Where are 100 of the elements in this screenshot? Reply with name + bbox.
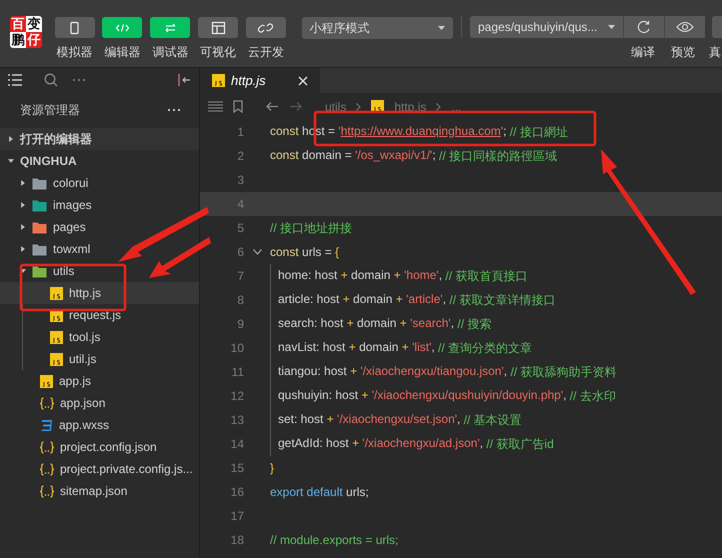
panel-title: 资源管理器	[20, 102, 80, 118]
file-tree-item[interactable]: images	[0, 194, 199, 216]
eye-icon	[676, 21, 694, 33]
action-label: 预览	[670, 44, 696, 61]
link-mode-button[interactable]	[246, 17, 286, 38]
file-tree-item[interactable]: utils	[0, 260, 199, 282]
file-tree-item[interactable]: app.wxss	[0, 414, 199, 436]
chevron-right-icon	[436, 102, 442, 110]
caret-icon	[438, 26, 445, 30]
code-line: qushuiyin: host + '/xiaochengxu/qushuiyin/douyin.php', // 去水印	[278, 388, 616, 404]
caret-icon	[608, 25, 615, 29]
mode-label: 模拟器	[56, 44, 93, 61]
file-tree-item[interactable]: http.js	[0, 282, 199, 304]
mode-label: 编辑器	[104, 44, 140, 61]
code-line: export default urls;	[270, 485, 369, 499]
file-tree-item[interactable]: app.js	[0, 370, 199, 392]
line-number: 9	[236, 317, 244, 331]
code-line: tiangou: host + '/xiaochengxu/tiangou.json', // 获取舔狗助手资料	[278, 364, 616, 380]
layout-icon	[210, 20, 226, 34]
code-line: home: host + domain + 'home', // 获取首頁接口	[278, 268, 528, 284]
js-file-icon	[50, 286, 63, 300]
collapse-panel-icon[interactable]	[178, 74, 191, 86]
editor-tab[interactable]: http.js	[200, 68, 320, 93]
layout-mode-button[interactable]	[198, 17, 238, 38]
file-tree-item[interactable]: sitemap.json	[0, 480, 199, 502]
more-icon[interactable]	[167, 108, 181, 112]
line-number: 3	[236, 173, 244, 187]
mode-label: 可视化	[200, 44, 236, 61]
code-line: const urls = {	[270, 245, 340, 259]
chevron-right-icon	[356, 102, 362, 110]
chevron-right-icon[interactable]	[20, 179, 26, 187]
chevron-down-icon[interactable]	[8, 157, 14, 165]
more-icon[interactable]	[72, 78, 86, 82]
action-label: 编译	[630, 44, 656, 61]
search-icon[interactable]	[44, 73, 58, 87]
js-file-icon	[40, 374, 53, 388]
file-tree-item[interactable]: colorui	[0, 172, 199, 194]
line-number: 7	[236, 269, 244, 283]
braces-icon	[40, 462, 54, 476]
css-file-icon	[40, 418, 53, 432]
line-number: 14	[230, 437, 244, 451]
file-tree-item[interactable]: tool.js	[0, 326, 199, 348]
line-number: 8	[236, 293, 244, 307]
preview-button[interactable]	[664, 16, 705, 38]
js-file-icon	[50, 330, 63, 344]
line-number: 4	[236, 197, 244, 211]
chevron-right-icon[interactable]	[20, 245, 26, 253]
close-icon[interactable]	[298, 76, 308, 86]
phone-mode-button[interactable]	[54, 17, 95, 38]
section-header[interactable]: QINGHUA	[0, 150, 199, 172]
action-label: 真	[709, 44, 721, 61]
line-number: 10	[230, 341, 244, 355]
mode-dropdown[interactable]: 小程序模式	[302, 17, 453, 39]
mode-label: 调试器	[152, 44, 188, 61]
refresh-icon	[637, 20, 651, 34]
chevron-down-icon[interactable]	[20, 267, 26, 275]
braces-icon	[40, 396, 54, 410]
file-tree-item[interactable]: towxml	[0, 238, 199, 260]
logo: 百 变 鹏 仔	[10, 16, 42, 48]
file-tree-item[interactable]: app.json	[0, 392, 199, 414]
line-number: 15	[230, 461, 244, 475]
chevron-right-icon[interactable]	[20, 201, 26, 209]
arrows-mode-button[interactable]	[150, 17, 190, 38]
braces-icon	[40, 440, 54, 454]
page-dropdown[interactable]: pages/qushuiyin/qus...	[470, 16, 623, 38]
file-tree-item[interactable]: util.js	[0, 348, 199, 370]
code-line: // 接口地址拼接	[270, 220, 352, 236]
code-mode-button[interactable]	[102, 17, 142, 38]
code-line: search: host + domain + 'search', // 搜索	[278, 316, 492, 332]
file-tree-item[interactable]: request.js	[0, 304, 199, 326]
braces-icon	[40, 484, 54, 498]
section-header[interactable]: 打开的编辑器	[0, 128, 199, 150]
line-number: 16	[230, 485, 244, 499]
code-line: }	[270, 461, 274, 475]
compile-button[interactable]	[623, 16, 664, 38]
code-line: navList: host + domain + 'list', // 查询分类的文章	[278, 340, 532, 356]
file-tree-item[interactable]: project.config.json	[0, 436, 199, 458]
code-line: article: host + domain + 'article', // 获取文章详情接口	[278, 292, 556, 308]
line-number: 6	[236, 245, 244, 259]
chevron-right-icon[interactable]	[20, 223, 26, 231]
line-number: 5	[236, 221, 244, 235]
file-tree-item[interactable]: pages	[0, 216, 199, 238]
js-file-icon	[50, 352, 63, 366]
mode-label: 云开发	[248, 44, 284, 61]
code-line: getAdId: host + '/xiaochengxu/ad.json', // 获取广告id	[278, 436, 554, 452]
line-number: 2	[236, 149, 244, 163]
bookmark-icon[interactable]	[233, 100, 243, 113]
arrows-icon	[162, 20, 178, 34]
file-tree-item[interactable]: project.private.config.js...	[0, 458, 199, 480]
list-icon[interactable]	[208, 101, 223, 112]
code-line: const domain = '/os_wxapi/v1/'; // 接口同樣的路徑區域	[270, 148, 558, 164]
fold-chevron-icon[interactable]	[252, 249, 262, 255]
line-number: 11	[230, 365, 244, 379]
line-number: 12	[230, 389, 244, 403]
back-arrow-icon[interactable]	[265, 101, 279, 112]
link-icon	[258, 20, 274, 34]
line-number: 1	[236, 125, 244, 139]
chevron-right-icon[interactable]	[8, 135, 14, 143]
list-icon[interactable]	[8, 74, 22, 86]
line-number: 13	[230, 413, 244, 427]
